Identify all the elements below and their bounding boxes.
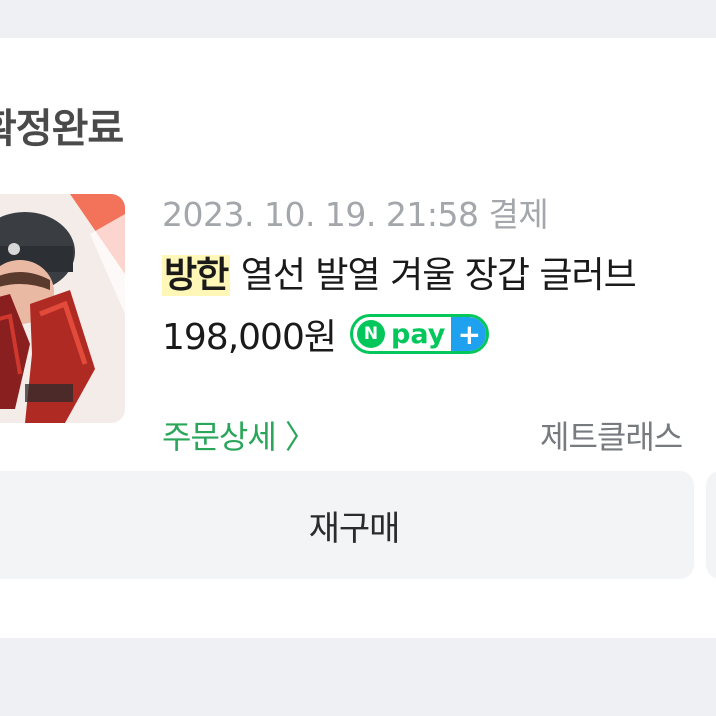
- adjacent-action-button[interactable]: [706, 471, 716, 579]
- order-status-title: 확정완료: [0, 106, 124, 152]
- product-price: 198,000원: [162, 317, 337, 358]
- order-detail-link[interactable]: 주문상세 〉: [162, 412, 317, 458]
- rebuy-button-label: 재구매: [308, 508, 401, 549]
- order-card: 확정완료 2023. 10. 19.: [0, 38, 716, 638]
- npay-plus-icon: N pay +: [350, 314, 490, 354]
- npay-plus-sign-icon: +: [451, 317, 487, 351]
- product-brand: 방한: [162, 255, 231, 296]
- order-history-page: 확정완료 2023. 10. 19.: [0, 0, 716, 716]
- price-row: 198,000원 N pay +: [162, 308, 490, 360]
- npay-label: pay: [391, 318, 446, 350]
- seller-name[interactable]: 제트클래스: [540, 412, 683, 458]
- product-title[interactable]: 방한 열선 발열 겨울 장갑 글러브: [162, 246, 637, 298]
- product-name: 열선 발열 겨울 장갑 글러브: [240, 255, 637, 296]
- order-date: 2023. 10. 19. 21:58 결제: [162, 195, 549, 234]
- npay-n-icon: N: [357, 320, 385, 348]
- rebuy-button[interactable]: 재구매: [0, 471, 694, 579]
- product-thumbnail[interactable]: [0, 194, 125, 423]
- product-photo-icon: [0, 194, 125, 423]
